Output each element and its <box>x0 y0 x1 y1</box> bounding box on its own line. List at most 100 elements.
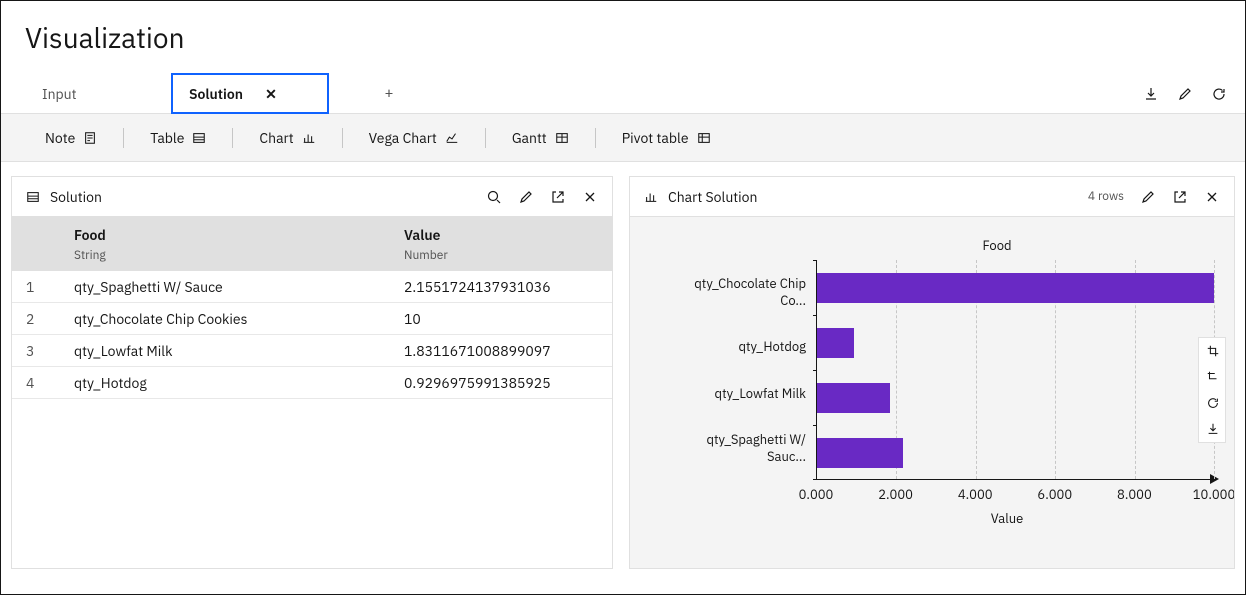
table-row[interactable]: 4qty_Hotdog0.9296975991385925 <box>12 367 612 399</box>
cell-value: 2.1551724137931036 <box>404 278 612 296</box>
toolbar-note[interactable]: Note <box>25 122 117 154</box>
separator <box>595 128 596 148</box>
close-icon[interactable] <box>582 189 598 205</box>
chart-y-axis-title: Food <box>780 237 1214 254</box>
row-index: 3 <box>26 342 74 360</box>
panel-title: Chart Solution <box>668 188 757 206</box>
toolbar-table-label: Table <box>150 129 184 147</box>
crop-icon[interactable] <box>1199 338 1227 364</box>
rows-count: 4 rows <box>1088 189 1124 204</box>
table-row[interactable]: 2qty_Chocolate Chip Cookies10 <box>12 303 612 335</box>
chart-bar[interactable] <box>817 273 1214 303</box>
edit-icon[interactable] <box>1140 189 1156 205</box>
toolbar-vega-chart[interactable]: Vega Chart <box>349 122 479 154</box>
y-tick <box>813 315 817 316</box>
chart-x-labels: 0.0002.0004.0006.0008.00010.000 <box>816 486 1214 504</box>
page-title: Visualization <box>1 1 1245 74</box>
x-tick-label: 0.000 <box>799 486 834 503</box>
note-icon <box>83 131 97 145</box>
column-header-food[interactable]: Food String <box>74 226 404 263</box>
panel-header: Solution <box>12 177 612 217</box>
tabs-row: Input Solution ✕ + <box>1 74 1245 114</box>
edit-icon[interactable] <box>1177 86 1193 102</box>
popout-icon[interactable] <box>550 189 566 205</box>
y-tick-label: qty_Lowfat Milk <box>666 385 806 402</box>
popout-icon[interactable] <box>1172 189 1188 205</box>
y-tick <box>813 479 817 480</box>
tab-input[interactable]: Input <box>25 74 94 114</box>
table-icon <box>26 190 40 204</box>
toolbar-gantt[interactable]: Gantt <box>492 122 589 154</box>
panel-title: Solution <box>50 188 102 206</box>
x-tick-label: 10.000 <box>1193 486 1235 503</box>
cell-food: qty_Lowfat Milk <box>74 342 404 360</box>
separator <box>123 128 124 148</box>
x-tick-label: 4.000 <box>958 486 993 503</box>
cell-value: 10 <box>404 310 612 328</box>
row-index: 2 <box>26 310 74 328</box>
toolbar-table[interactable]: Table <box>130 122 226 154</box>
x-tick-label: 2.000 <box>878 486 913 503</box>
tab-solution[interactable]: Solution ✕ <box>171 73 329 114</box>
separator <box>485 128 486 148</box>
toolbar-chart-label: Chart <box>259 129 293 147</box>
chart-x-axis-title: Value <box>800 510 1214 527</box>
close-icon[interactable]: ✕ <box>263 85 279 103</box>
view-type-toolbar: Note Table Chart Vega Chart Gantt Pivot … <box>1 114 1245 162</box>
y-tick-label: qty_Hotdog <box>666 338 806 355</box>
chart-y-labels: qty_Chocolate Chip Co... qty_Hotdog qty_Lo… <box>666 260 816 480</box>
tab-label: Solution <box>189 85 243 103</box>
line-chart-icon <box>445 131 459 145</box>
pivot-icon <box>697 131 711 145</box>
bar-chart-icon <box>644 190 658 204</box>
refresh-icon[interactable] <box>1199 390 1227 416</box>
cell-food: qty_Hotdog <box>74 374 404 392</box>
download-icon[interactable] <box>1143 86 1159 102</box>
col-name: Value <box>404 226 612 244</box>
toolbar-pivot-table[interactable]: Pivot table <box>602 122 731 154</box>
toolbar-vega-label: Vega Chart <box>369 129 437 147</box>
toolbar-note-label: Note <box>45 129 75 147</box>
row-index: 1 <box>26 278 74 296</box>
toolbar-chart[interactable]: Chart <box>239 122 335 154</box>
edit-icon[interactable] <box>518 189 534 205</box>
search-icon[interactable] <box>486 189 502 205</box>
add-tab-button[interactable]: + <box>369 74 409 114</box>
gantt-icon <box>555 131 569 145</box>
bar-chart-icon <box>302 131 316 145</box>
content-area: Solution Food S <box>1 162 1245 579</box>
column-header-value[interactable]: Value Number <box>404 226 612 263</box>
cell-value: 1.8311671008899097 <box>404 342 612 360</box>
close-icon[interactable] <box>1204 189 1220 205</box>
header-actions <box>1143 74 1227 114</box>
row-index: 4 <box>26 374 74 392</box>
table-header: Food String Value Number <box>12 217 612 271</box>
toolbar-gantt-label: Gantt <box>512 129 547 147</box>
solution-table-panel: Solution Food S <box>11 176 613 569</box>
separator <box>342 128 343 148</box>
reset-crop-icon[interactable] <box>1199 364 1227 390</box>
cell-food: qty_Chocolate Chip Cookies <box>74 310 404 328</box>
panel-header: Chart Solution 4 rows <box>630 177 1234 217</box>
download-icon[interactable] <box>1199 416 1227 442</box>
y-tick-label: qty_Spaghetti W/ Sauc... <box>666 431 806 465</box>
x-tick-label: 6.000 <box>1037 486 1072 503</box>
chart-canvas <box>816 260 1214 480</box>
separator <box>232 128 233 148</box>
chart-bar[interactable] <box>817 383 890 413</box>
refresh-icon[interactable] <box>1211 86 1227 102</box>
data-table: Food String Value Number 1qty_Spaghetti … <box>12 217 612 568</box>
chart-bar[interactable] <box>817 328 854 358</box>
chart-solution-panel: Chart Solution 4 rows Food qty_Chocolate… <box>629 176 1235 569</box>
col-type: String <box>74 248 404 263</box>
table-row[interactable]: 1qty_Spaghetti W/ Sauce2.155172413793103… <box>12 271 612 303</box>
y-tick <box>813 370 817 371</box>
toolbar-pivot-label: Pivot table <box>622 129 689 147</box>
table-row[interactable]: 3qty_Lowfat Milk1.8311671008899097 <box>12 335 612 367</box>
col-name: Food <box>74 226 404 244</box>
chart-bar[interactable] <box>817 438 903 468</box>
y-tick <box>813 260 817 261</box>
y-tick-label: qty_Chocolate Chip Co... <box>666 275 806 309</box>
chart-tools <box>1198 337 1226 443</box>
table-icon <box>192 131 206 145</box>
